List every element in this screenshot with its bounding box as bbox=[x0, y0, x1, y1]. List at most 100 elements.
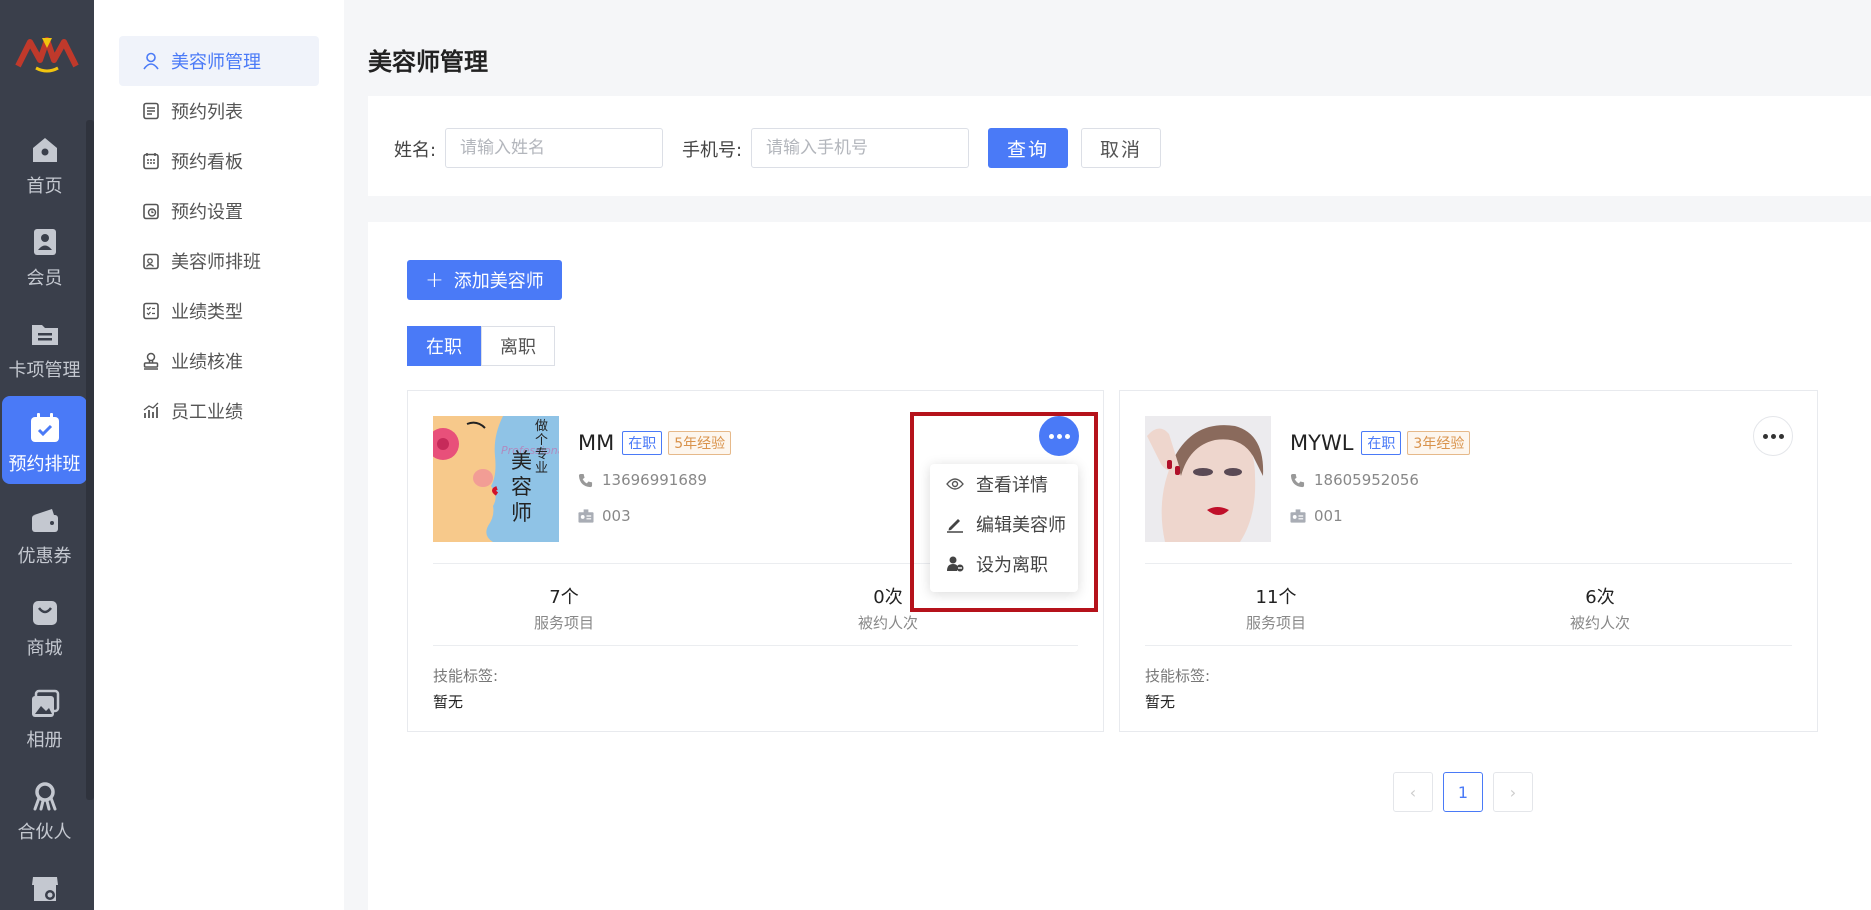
filter-bar: 姓名: 手机号: 查询 取消 bbox=[368, 96, 1871, 196]
subnav-item-label: 预约列表 bbox=[171, 102, 243, 123]
id-row: 003 bbox=[578, 507, 631, 525]
subnav-item-label: 美容师管理 bbox=[171, 52, 261, 73]
query-button[interactable]: 查询 bbox=[988, 128, 1068, 168]
sub-nav: 美容师管理 预约列表 预约看板 预约设置 美容师排班 业绩类型 业绩核准 员工业… bbox=[94, 0, 344, 910]
beautician-name: MYWL bbox=[1290, 431, 1354, 455]
phone-icon bbox=[1290, 472, 1306, 488]
prev-page-button[interactable]: ‹ bbox=[1393, 772, 1433, 812]
page-title: 美容师管理 bbox=[368, 48, 488, 76]
rail-item-album[interactable]: 相册 bbox=[2, 672, 87, 760]
rail-item-label: 卡项管理 bbox=[8, 360, 81, 381]
phone-icon bbox=[578, 472, 594, 488]
subnav-item-label: 业绩类型 bbox=[171, 302, 243, 323]
rail-item-label: 会员 bbox=[26, 268, 63, 289]
calendar-icon bbox=[29, 412, 61, 444]
phone-number: 13696991689 bbox=[602, 471, 707, 489]
store-settings-icon bbox=[29, 872, 61, 904]
subnav-item-booking-settings[interactable]: 预约设置 bbox=[119, 186, 319, 236]
subnav-item-schedule[interactable]: 美容师排班 bbox=[119, 236, 319, 286]
subnav-item-performance-type[interactable]: 业绩类型 bbox=[119, 286, 319, 336]
wallet-icon bbox=[29, 504, 61, 536]
beautician-name: MM bbox=[578, 431, 615, 455]
name-input[interactable] bbox=[445, 128, 663, 168]
id-card-icon bbox=[1290, 508, 1306, 524]
experience-badge: 5年经验 bbox=[668, 431, 732, 455]
employee-id: 003 bbox=[602, 507, 631, 525]
view-details-menu-item[interactable]: 查看详情 bbox=[930, 464, 1078, 504]
subnav-item-label: 美容师排班 bbox=[171, 252, 261, 273]
subnav-item-label: 预约设置 bbox=[171, 202, 243, 223]
rail-item-booking[interactable]: 预约排班 bbox=[2, 396, 87, 484]
skill-tags-value: 暂无 bbox=[1145, 693, 1176, 711]
tab-active-staff[interactable]: 在职 bbox=[407, 326, 481, 366]
set-resigned-menu-item[interactable]: 设为离职 bbox=[930, 544, 1078, 584]
rail-item-shop[interactable]: 商城 bbox=[2, 580, 87, 668]
status-badge: 在职 bbox=[622, 431, 663, 455]
avatar-sub-text: 做个专业 bbox=[535, 419, 549, 476]
bookings-label: 被约人次 bbox=[857, 614, 918, 632]
user-remove-icon bbox=[946, 555, 964, 573]
edit-beautician-menu-item[interactable]: 编辑美容师 bbox=[930, 504, 1078, 544]
more-actions-button[interactable] bbox=[1753, 416, 1793, 456]
eye-icon bbox=[946, 475, 964, 493]
status-tabs: 在职 离职 bbox=[407, 326, 555, 366]
subnav-item-booking-list[interactable]: 预约列表 bbox=[119, 86, 319, 136]
beautician-avatar: Professional 做个专业 美容师 bbox=[433, 416, 559, 542]
rail-item-label: 首页 bbox=[26, 176, 63, 197]
rail-item-label: 预约排班 bbox=[8, 454, 81, 475]
rail-item-store[interactable] bbox=[2, 856, 87, 910]
beautician-avatar bbox=[1145, 416, 1271, 542]
rail-scrollbar[interactable] bbox=[86, 120, 94, 800]
main-area: 美容师管理 姓名: 手机号: 查询 取消 + 添加美容师 在职 离职 bbox=[344, 0, 1871, 910]
rail-item-cards[interactable]: 卡项管理 bbox=[2, 302, 87, 390]
subnav-item-label: 员工业绩 bbox=[171, 402, 243, 423]
rail-item-member[interactable]: 会员 bbox=[2, 210, 87, 298]
services-stat: 7个 服务项目 bbox=[464, 583, 664, 633]
rail-item-home[interactable]: 首页 bbox=[2, 118, 87, 206]
subnav-item-booking-board[interactable]: 预约看板 bbox=[119, 136, 319, 186]
subnav-item-staff-performance[interactable]: 员工业绩 bbox=[119, 386, 319, 436]
page-1-button[interactable]: 1 bbox=[1443, 772, 1483, 812]
bookings-count: 6次 bbox=[1585, 587, 1615, 608]
rail-item-partner[interactable]: 合伙人 bbox=[2, 764, 87, 852]
next-page-button[interactable]: › bbox=[1493, 772, 1533, 812]
rail-item-label: 商城 bbox=[26, 638, 63, 659]
main-nav-rail: 首页 会员 卡项管理 预约排班 优惠券 商城 相册 合伙人 bbox=[0, 0, 94, 910]
tab-resigned-staff[interactable]: 离职 bbox=[481, 326, 555, 366]
id-row: 001 bbox=[1290, 507, 1343, 525]
folder-icon bbox=[29, 318, 61, 350]
phone-row: 18605952056 bbox=[1290, 471, 1419, 489]
pencil-icon bbox=[946, 515, 964, 533]
skill-tags-label: 技能标签: bbox=[1145, 667, 1211, 685]
more-dots-icon bbox=[1762, 433, 1784, 439]
phone-input[interactable] bbox=[751, 128, 969, 168]
album-icon bbox=[29, 688, 61, 720]
bookings-label: 被约人次 bbox=[1569, 614, 1630, 632]
more-actions-button[interactable] bbox=[1039, 416, 1079, 456]
member-icon bbox=[29, 226, 61, 258]
shop-bag-icon bbox=[29, 596, 61, 628]
add-beautician-button[interactable]: + 添加美容师 bbox=[407, 260, 562, 300]
subnav-item-performance-approve[interactable]: 业绩核准 bbox=[119, 336, 319, 386]
skill-tags-label: 技能标签: bbox=[433, 667, 499, 685]
phone-row: 13696991689 bbox=[578, 471, 707, 489]
set-resigned-label: 设为离职 bbox=[976, 555, 1048, 576]
services-stat: 11个 服务项目 bbox=[1176, 583, 1376, 633]
cancel-button[interactable]: 取消 bbox=[1081, 128, 1161, 168]
id-card-icon bbox=[578, 508, 594, 524]
services-label: 服务项目 bbox=[533, 614, 594, 632]
add-beautician-label: 添加美容师 bbox=[453, 271, 544, 292]
checklist-icon bbox=[141, 301, 161, 321]
services-count: 7个 bbox=[549, 587, 579, 608]
edit-beautician-label: 编辑美容师 bbox=[976, 515, 1066, 536]
card-divider bbox=[433, 645, 1078, 646]
clock-settings-icon bbox=[141, 201, 161, 221]
rail-item-coupon[interactable]: 优惠券 bbox=[2, 488, 87, 576]
card-divider bbox=[1145, 645, 1792, 646]
home-icon bbox=[29, 134, 61, 166]
name-label: 姓名: bbox=[394, 140, 437, 161]
plus-icon: + bbox=[425, 267, 444, 293]
view-details-label: 查看详情 bbox=[976, 475, 1048, 496]
subnav-item-beautician-mgmt[interactable]: 美容师管理 bbox=[119, 36, 319, 86]
experience-badge: 3年经验 bbox=[1407, 431, 1471, 455]
